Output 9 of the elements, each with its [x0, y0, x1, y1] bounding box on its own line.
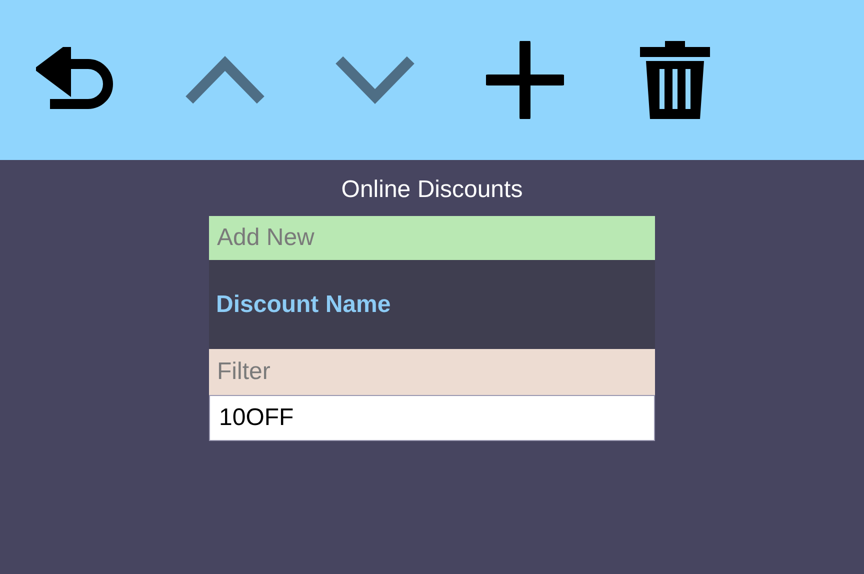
filter-field[interactable]: Filter [209, 349, 655, 395]
column-title: Discount Name [216, 290, 391, 318]
page-title: Online Discounts [340, 176, 524, 204]
trash-icon [640, 41, 710, 119]
add-button[interactable] [485, 40, 565, 120]
table-row[interactable]: 10OFF [209, 395, 655, 441]
add-new-field[interactable]: Add New [209, 216, 655, 260]
add-icon [486, 41, 564, 119]
table-cell: 10OFF [219, 404, 294, 432]
